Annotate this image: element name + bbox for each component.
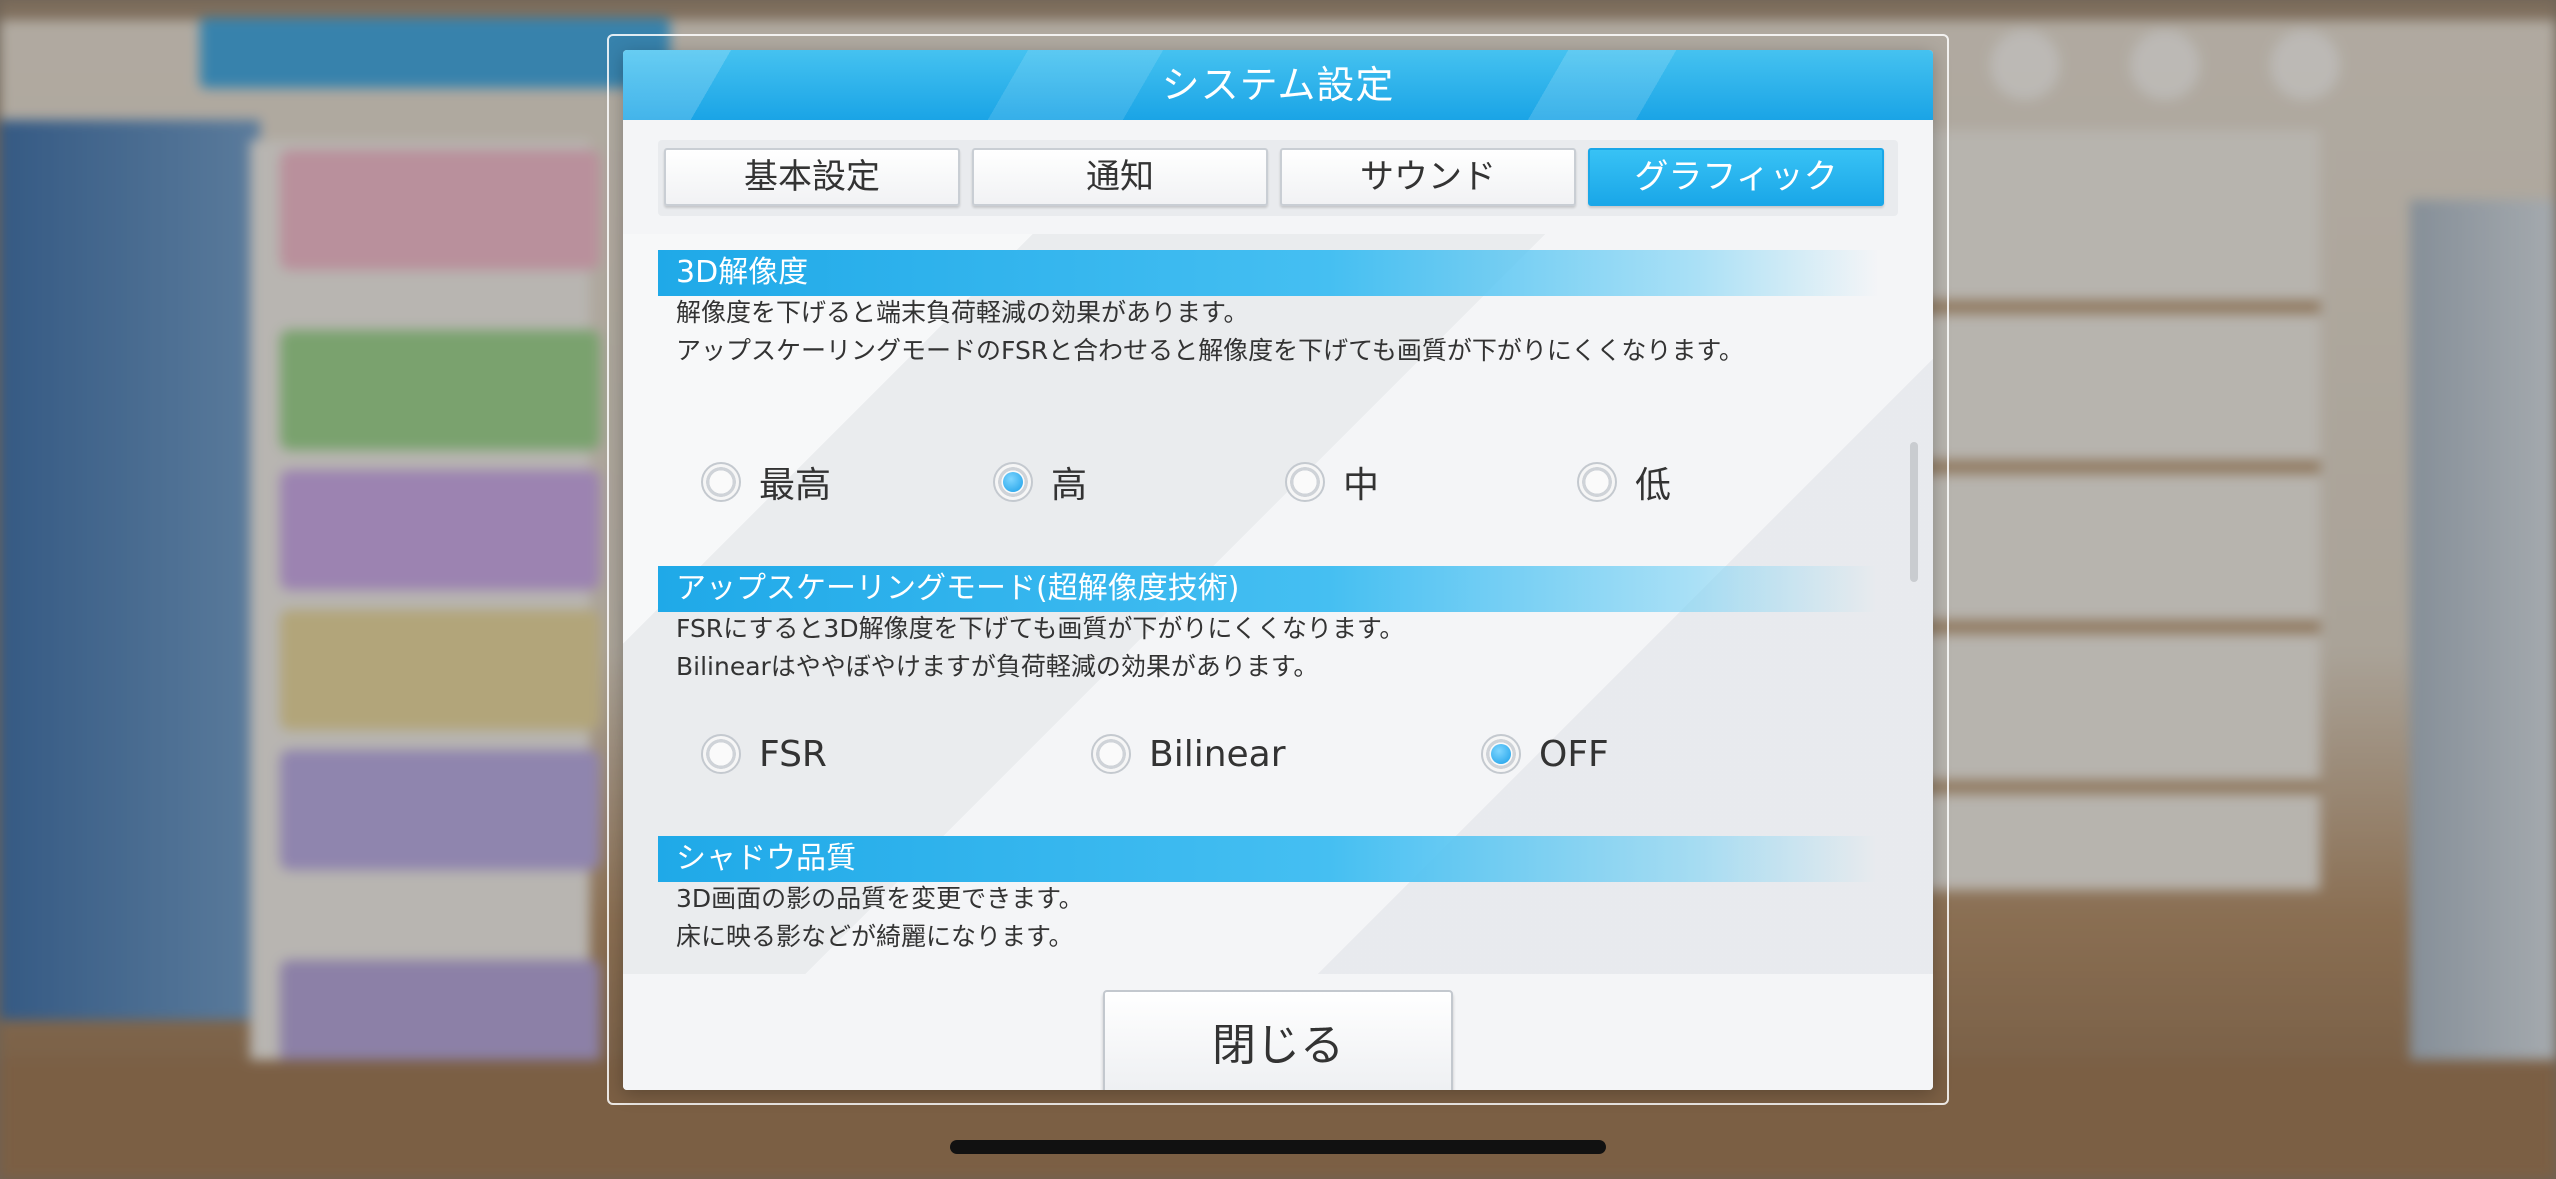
radio-label: 中 xyxy=(1343,465,1380,506)
radio-label: 低 xyxy=(1635,465,1672,506)
scrollbar-thumb[interactable] xyxy=(1910,442,1918,582)
tab-sound[interactable]: サウンド xyxy=(1280,148,1576,206)
settings-scroll-area[interactable]: 3D解像度 解像度を下げると端末負荷軽減の効果があります。 アップスケーリングモ… xyxy=(623,234,1933,974)
radio-icon xyxy=(701,734,741,774)
radio-resolution-highest[interactable]: 最高 xyxy=(701,452,831,512)
upscaling-description-line-2: Bilinearはややぼやけますが負荷軽減の効果があります。 xyxy=(676,652,1319,681)
radio-selected-icon xyxy=(993,462,1033,502)
tab-notifications[interactable]: 通知 xyxy=(972,148,1268,206)
radio-selected-icon xyxy=(1481,734,1521,774)
shadow-description-line-1: 3D画面の影の品質を変更できます。 xyxy=(676,884,1084,913)
dialog-footer: 閉じる xyxy=(623,974,1933,1090)
radio-label: OFF xyxy=(1539,733,1609,775)
section-header-shadow-quality: シャドウ品質 xyxy=(658,836,1878,882)
radio-upscaling-bilinear[interactable]: Bilinear xyxy=(1091,724,1286,784)
radio-label: 高 xyxy=(1051,465,1088,506)
radio-label: FSR xyxy=(759,733,827,775)
dialog-title: システム設定 xyxy=(623,50,1933,120)
close-button[interactable]: 閉じる xyxy=(1103,990,1453,1090)
radio-upscaling-off[interactable]: OFF xyxy=(1481,724,1609,784)
radio-label: 最高 xyxy=(759,465,832,506)
radio-resolution-medium[interactable]: 中 xyxy=(1285,452,1379,512)
tab-basic-settings[interactable]: 基本設定 xyxy=(664,148,960,206)
radio-icon xyxy=(1285,462,1325,502)
upscaling-description-line-1: FSRにすると3D解像度を下げても画質が下がりにくくなります。 xyxy=(676,614,1405,643)
radio-resolution-low[interactable]: 低 xyxy=(1577,452,1671,512)
radio-icon xyxy=(1091,734,1131,774)
system-settings-dialog: システム設定 基本設定 通知 サウンド グラフィック 3D解像度 解像度を下げる… xyxy=(623,50,1933,1090)
radio-icon xyxy=(701,462,741,502)
home-indicator[interactable] xyxy=(950,1140,1606,1154)
resolution-description-line-2: アップスケーリングモードのFSRと合わせると解像度を下げても画質が下がりにくくな… xyxy=(676,336,1744,365)
section-header-3d-resolution: 3D解像度 xyxy=(658,250,1878,296)
radio-label: Bilinear xyxy=(1149,733,1286,775)
radio-upscaling-fsr[interactable]: FSR xyxy=(701,724,827,784)
tab-strip: 基本設定 通知 サウンド グラフィック xyxy=(658,140,1898,216)
section-header-upscaling-mode: アップスケーリングモード(超解像度技術) xyxy=(658,566,1878,612)
radio-icon xyxy=(1577,462,1617,502)
tab-graphics[interactable]: グラフィック xyxy=(1588,148,1884,206)
radio-resolution-high[interactable]: 高 xyxy=(993,452,1087,512)
shadow-description-line-2: 床に映る影などが綺麗になります。 xyxy=(676,922,1074,951)
resolution-description-line-1: 解像度を下げると端末負荷軽減の効果があります。 xyxy=(676,298,1249,327)
